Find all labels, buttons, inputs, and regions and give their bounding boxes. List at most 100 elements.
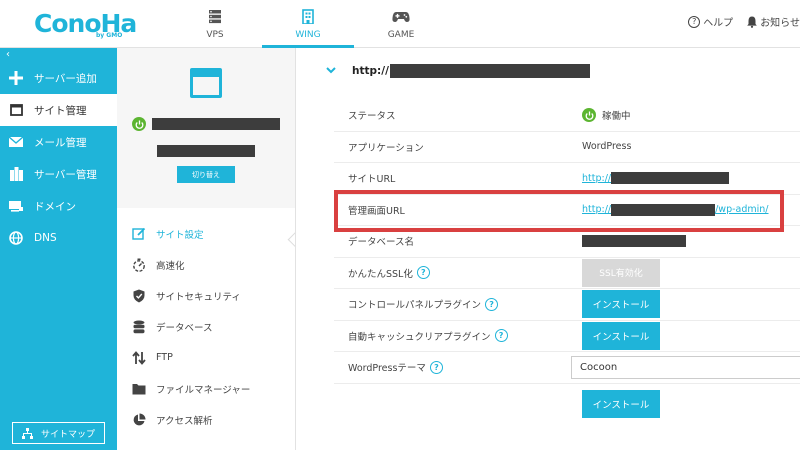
stopwatch-icon (131, 257, 147, 273)
power-icon (132, 117, 146, 131)
left-sidebar: ‹ サーバー追加 サイト管理 メール管理 サーバー管理 ドメイン DNS サイト… (0, 48, 117, 450)
power-icon (582, 108, 596, 123)
highlight-box (334, 190, 784, 232)
site-header[interactable]: http:// (296, 48, 800, 94)
redacted-site-domain (389, 64, 590, 78)
site-title-prefix: http:// (352, 65, 389, 77)
redacted-database-name (582, 235, 686, 248)
sidebar-item-domain[interactable]: ドメイン (0, 190, 117, 222)
theme-select[interactable]: Cocoon (571, 355, 800, 379)
nav-game[interactable]: GAME (354, 0, 448, 48)
site-url-label: サイトURL (348, 174, 396, 186)
theme-install-button[interactable]: インストール (582, 389, 660, 418)
help-icon: ? (688, 15, 701, 28)
site-info-table: ステータス 稼働中 アプリケーション WordPress サイトURL http… (334, 100, 800, 424)
status-label: ステータス (348, 111, 396, 123)
transfer-icon (131, 350, 147, 366)
mail-icon (8, 134, 24, 150)
switch-button[interactable]: 切り替え (177, 166, 235, 183)
row-theme-install: インストール (334, 384, 800, 424)
row-cp-plugin: コントロールパネルプラグイン ? インストール (334, 289, 800, 321)
submenu-item-speed[interactable]: 高速化 (117, 249, 295, 280)
sidebar-collapse-button[interactable]: ‹ (0, 48, 117, 62)
help-label: ヘルプ (703, 18, 734, 29)
top-nav: VPS WING GAME (168, 0, 448, 48)
server-stack-icon (208, 9, 222, 25)
globe-icon (8, 230, 24, 246)
sidebar-item-add-server[interactable]: サーバー追加 (0, 62, 117, 94)
edit-icon (131, 226, 147, 242)
application-label: アプリケーション (348, 142, 424, 154)
status-value: 稼働中 (602, 111, 631, 123)
site-sub-panel: 切り替え サイト設定 高速化 サイトセキュリティ データベース FTP ファイル… (117, 48, 295, 450)
sitemap-button[interactable]: サイトマップ (12, 422, 105, 444)
help-icon[interactable]: ? (494, 329, 508, 343)
cache-plugin-label: 自動キャッシュクリアプラグイン (348, 331, 491, 343)
ssl-enable-button[interactable]: SSL有効化 (582, 258, 660, 287)
database-icon (131, 319, 147, 335)
nav-vps[interactable]: VPS (168, 0, 262, 48)
help-icon[interactable]: ? (429, 360, 443, 374)
row-application: アプリケーション WordPress (334, 132, 800, 163)
nav-vps-label: VPS (206, 29, 224, 40)
sitemap-label: サイトマップ (40, 429, 95, 440)
header-right: ? ヘルプ お知らせ (688, 14, 800, 29)
submenu-item-site-settings[interactable]: サイト設定 (117, 218, 295, 249)
sidebar-item-label: メール管理 (34, 136, 87, 149)
domain-icon (8, 198, 24, 214)
row-theme: WordPressテーマ ? Cocoon (334, 352, 800, 384)
submenu-item-security[interactable]: サイトセキュリティ (117, 280, 295, 311)
help-icon[interactable]: ? (416, 266, 430, 280)
bell-icon (747, 16, 757, 28)
nav-wing[interactable]: WING (262, 0, 354, 48)
sitemap-icon (21, 427, 33, 439)
sidebar-item-mail-management[interactable]: メール管理 (0, 126, 117, 158)
row-cache-plugin: 自動キャッシュクリアプラグイン ? インストール (334, 321, 800, 352)
site-submenu: サイト設定 高速化 サイトセキュリティ データベース FTP ファイルマネージャ… (117, 208, 295, 450)
sidebar-item-label: サイト管理 (34, 104, 87, 117)
sidebar-item-server-management[interactable]: サーバー管理 (0, 158, 117, 190)
submenu-item-analytics[interactable]: アクセス解析 (117, 404, 295, 435)
notice-link[interactable]: お知らせ (747, 14, 800, 29)
submenu-item-ftp[interactable]: FTP (117, 342, 295, 373)
site-url-link[interactable]: http:// (582, 172, 730, 185)
redacted-server-name (152, 118, 280, 130)
redacted-site-url (611, 172, 730, 185)
submenu-item-label: ファイルマネージャー (156, 384, 251, 396)
sidebar-item-label: サーバー追加 (34, 72, 97, 85)
browser-window-icon (190, 68, 222, 98)
submenu-item-label: データベース (156, 322, 213, 334)
cache-plugin-install-button[interactable]: インストール (582, 321, 660, 350)
plus-icon (8, 70, 24, 86)
nav-wing-label: WING (295, 29, 321, 40)
notice-label: お知らせ (760, 18, 800, 29)
database-label: データベース名 (348, 237, 415, 249)
submenu-item-label: サイトセキュリティ (156, 291, 241, 303)
cp-plugin-install-button[interactable]: インストール (582, 290, 660, 319)
logo-subtext: by GMO (96, 32, 123, 39)
redacted-server-id (157, 145, 255, 157)
submenu-item-file-manager[interactable]: ファイルマネージャー (117, 373, 295, 404)
row-status: ステータス 稼働中 (334, 100, 800, 132)
window-icon (8, 102, 24, 118)
shield-icon (131, 288, 147, 304)
help-link[interactable]: ? ヘルプ (688, 14, 733, 29)
submenu-item-label: FTP (156, 352, 173, 363)
sidebar-item-site-management[interactable]: サイト管理 (0, 94, 117, 126)
pie-chart-icon (131, 412, 147, 428)
server-name-row (132, 117, 280, 131)
top-header: ConoHa by GMO VPS WING GAME ? ヘルプ お知らせ (0, 0, 800, 48)
gamepad-icon (392, 9, 410, 25)
sidebar-item-label: ドメイン (34, 200, 76, 213)
sidebar-item-dns[interactable]: DNS (0, 222, 117, 254)
cp-plugin-label: コントロールパネルプラグイン (348, 300, 482, 312)
help-icon[interactable]: ? (485, 297, 499, 311)
ssl-label: かんたんSSL化 (348, 268, 413, 280)
server-icon (8, 166, 24, 182)
row-ssl: かんたんSSL化 ? SSL有効化 (334, 258, 800, 289)
submenu-item-database[interactable]: データベース (117, 311, 295, 342)
theme-label: WordPressテーマ (348, 363, 426, 375)
conoha-logo[interactable]: ConoHa by GMO (34, 8, 137, 40)
site-url-prefix: http:// (582, 172, 612, 184)
building-icon (301, 9, 315, 25)
